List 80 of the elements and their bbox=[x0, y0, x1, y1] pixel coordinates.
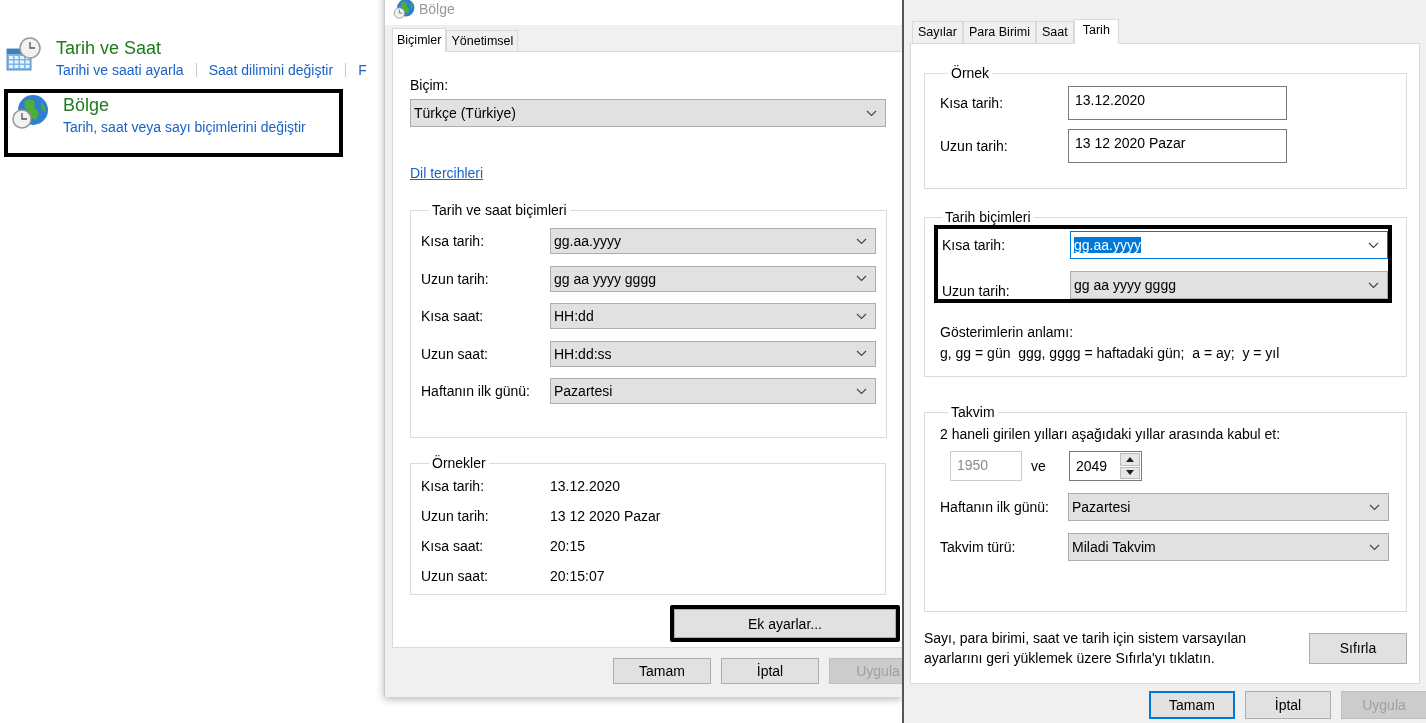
example-value: 13 12 2020 Pazar bbox=[550, 508, 661, 524]
spin-up-button[interactable] bbox=[1120, 453, 1140, 466]
field-label: Kısa tarih: bbox=[421, 233, 486, 249]
chevron-icon bbox=[866, 109, 877, 117]
legend-title: Gösterimlerin anlamı: bbox=[940, 323, 1075, 342]
link[interactable]: Tarih, saat veya sayı biçimlerini değiştir bbox=[63, 117, 306, 137]
chevron-icon bbox=[856, 312, 867, 320]
up-triangle-icon bbox=[1126, 456, 1134, 462]
field-label: Kısa saat: bbox=[421, 538, 485, 554]
field-label: Kısa tarih: bbox=[421, 478, 486, 494]
range-text: 2 haneli girilen yılları aşağıdaki yıllar arasında kabul et: bbox=[940, 425, 1282, 444]
text-field[interactable]: 13 12 2020 Pazar bbox=[1068, 129, 1287, 163]
field-label: Uzun saat: bbox=[421, 345, 489, 362]
link[interactable]: Tarihi ve saati ayarla bbox=[56, 60, 184, 80]
ok-button[interactable]: Tamam bbox=[613, 658, 711, 684]
field-label: Uzun tarih: bbox=[421, 270, 490, 287]
dropdown[interactable]: gg.aa.yyyy bbox=[550, 228, 876, 254]
down-triangle-icon bbox=[1126, 470, 1134, 476]
chevron-icon bbox=[856, 350, 867, 357]
chevron-icon bbox=[856, 387, 867, 395]
tab[interactable]: Yönetimsel bbox=[446, 30, 519, 51]
dropdown[interactable]: HH:dd:ss bbox=[550, 340, 876, 367]
category-title[interactable]: Bölge bbox=[63, 93, 306, 117]
field-label: Uzun tarih: bbox=[421, 508, 490, 524]
chevron-icon bbox=[856, 275, 867, 282]
chevron-icon bbox=[1368, 241, 1379, 249]
example-value: 20:15 bbox=[550, 538, 586, 554]
tab[interactable]: Saat bbox=[1036, 21, 1074, 43]
group-title: Örnekler bbox=[431, 455, 487, 471]
reset-button[interactable]: Sıfırla bbox=[1309, 632, 1407, 664]
field-label: Uzun tarih: bbox=[942, 283, 1011, 299]
language-link[interactable]: Dil tercihleri bbox=[410, 164, 484, 182]
field-label: Kısa tarih: bbox=[940, 95, 1005, 111]
tab[interactable]: Tarih bbox=[1073, 19, 1119, 44]
chevron-icon bbox=[1369, 543, 1380, 551]
window-title: Bölge bbox=[419, 0, 455, 17]
spin-down-button[interactable] bbox=[1120, 466, 1140, 479]
cancel-button[interactable]: İptal bbox=[721, 658, 819, 684]
dropdown[interactable]: Türkçe (Türkiye) bbox=[410, 99, 886, 127]
field-label: Uzun tarih: bbox=[940, 138, 1009, 154]
example-value: 20:15:07 bbox=[550, 568, 605, 584]
field-label: Haftanın ilk günü: bbox=[421, 383, 531, 399]
chevron-icon bbox=[1369, 503, 1380, 511]
link[interactable]: F bbox=[358, 60, 367, 80]
group-title: Tarih biçimleri bbox=[944, 209, 1032, 225]
globe-clock-icon bbox=[11, 93, 49, 131]
legend-text: g, gg = gün ggg, gggg = haftadaki gün; a = ay; y = yıl bbox=[940, 344, 1281, 363]
field-label: Haftanın ilk günü: bbox=[940, 499, 1050, 515]
joiner-text: ve bbox=[1030, 458, 1047, 474]
tab[interactable]: Para Birimi bbox=[962, 21, 1037, 43]
calendar-clock-icon bbox=[4, 36, 42, 74]
field-label: Takvim türü: bbox=[940, 539, 1017, 555]
example-value: 13.12.2020 bbox=[550, 478, 621, 494]
dropdown[interactable]: HH:dd bbox=[550, 303, 876, 329]
group-title: Örnek bbox=[950, 65, 991, 81]
dropdown[interactable]: gg aa yyyy gggg bbox=[550, 265, 876, 292]
additional-settings-button[interactable]: Ek ayarlar... bbox=[674, 609, 896, 638]
globe-clock-icon bbox=[393, 0, 415, 20]
cancel-button[interactable]: İptal bbox=[1245, 691, 1331, 719]
field-label: Uzun saat: bbox=[421, 568, 489, 584]
dropdown[interactable]: gg aa yyyy gggg bbox=[1070, 271, 1388, 299]
dropdown[interactable]: Miladi Takvim bbox=[1068, 533, 1389, 561]
chevron-icon bbox=[1368, 281, 1379, 289]
tab[interactable]: Biçimler bbox=[392, 28, 447, 52]
link[interactable]: Saat dilimini değiştir bbox=[208, 60, 334, 80]
group-title: Takvim bbox=[950, 404, 996, 420]
field-label: Kısa saat: bbox=[421, 308, 485, 324]
text-field[interactable]: 13.12.2020 bbox=[1068, 86, 1287, 120]
field-label: Kısa tarih: bbox=[942, 237, 1007, 253]
dropdown[interactable]: Pazartesi bbox=[550, 378, 876, 404]
ok-button[interactable]: Tamam bbox=[1149, 691, 1235, 719]
dropdown[interactable]: gg.aa.yyyy bbox=[1070, 231, 1388, 259]
category-title[interactable]: Tarih ve Saat bbox=[56, 36, 367, 60]
tab[interactable]: Sayılar bbox=[912, 21, 963, 43]
dropdown[interactable]: Pazartesi bbox=[1068, 493, 1389, 521]
reset-description: Sayı, para birimi, saat ve tarih için sistem varsayılan ayarlarını geri yüklemek üzere Sıfırla'yı tıklatın. bbox=[924, 629, 1248, 668]
group-title: Tarih ve saat biçimleri bbox=[431, 202, 568, 218]
chevron-icon bbox=[856, 237, 867, 245]
field-label: Biçim: bbox=[410, 76, 450, 94]
spin-field[interactable]: 2049 bbox=[1069, 451, 1142, 481]
